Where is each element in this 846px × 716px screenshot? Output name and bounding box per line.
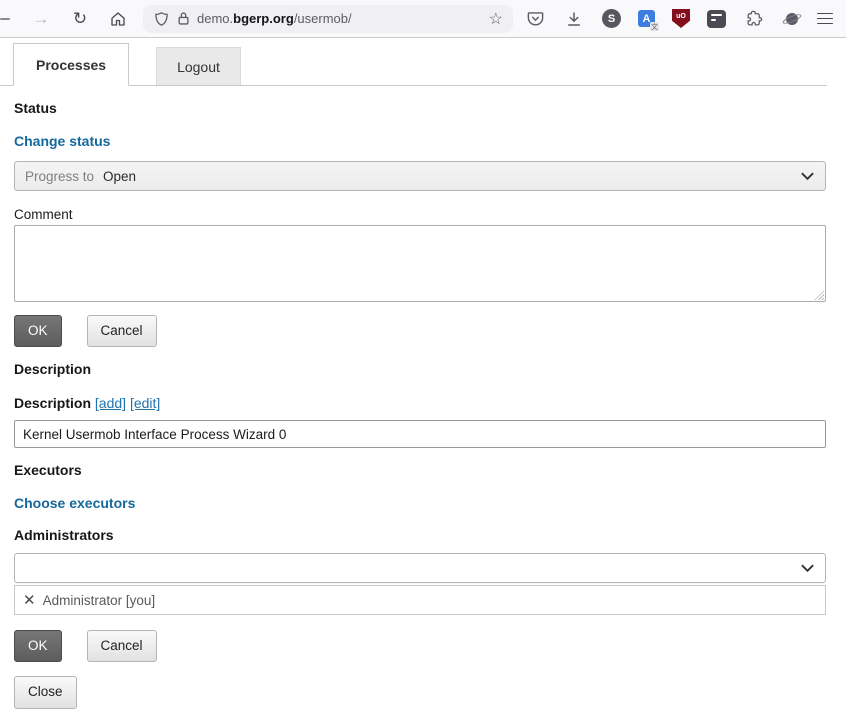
shield-icon[interactable] bbox=[153, 11, 169, 27]
status-select[interactable]: Progress to Open bbox=[14, 161, 826, 191]
close-button[interactable]: Close bbox=[14, 676, 77, 708]
description-input[interactable] bbox=[14, 420, 826, 448]
description-label: Description bbox=[14, 395, 91, 411]
executors-cancel-button[interactable]: Cancel bbox=[87, 630, 157, 662]
status-cancel-button[interactable]: Cancel bbox=[87, 315, 157, 347]
s-extension-icon[interactable]: S bbox=[602, 9, 621, 28]
forward-icon[interactable]: → bbox=[30, 8, 52, 30]
description-heading: Description bbox=[14, 361, 826, 377]
status-select-value: Open bbox=[103, 169, 136, 184]
status-select-prefix: Progress to bbox=[25, 169, 94, 184]
remove-icon[interactable]: ✕ bbox=[23, 593, 36, 608]
description-add-link[interactable]: [add] bbox=[95, 395, 126, 411]
lock-icon[interactable] bbox=[176, 11, 190, 27]
comment-label: Comment bbox=[14, 207, 826, 222]
selected-administrator-name: Administrator [you] bbox=[43, 593, 156, 608]
administrators-heading: Administrators bbox=[14, 527, 826, 543]
description-edit-link[interactable]: [edit] bbox=[130, 395, 160, 411]
status-heading: Status bbox=[14, 100, 826, 116]
url-text: demo.bgerp.org/usermob/ bbox=[197, 11, 352, 26]
chevron-down-icon bbox=[800, 169, 815, 184]
url-bar[interactable]: demo.bgerp.org/usermob/ ☆ bbox=[143, 5, 513, 33]
translate-extension-icon[interactable]: A文 bbox=[638, 10, 655, 27]
extension-strip: S A文 uO bbox=[524, 8, 802, 30]
chevron-down-icon bbox=[800, 561, 815, 576]
browser-toolbar: → ↻ demo.bgerp.org/usermob/ ☆ S A文 uO bbox=[0, 0, 846, 38]
menu-icon[interactable] bbox=[817, 9, 833, 27]
reload-icon[interactable]: ↻ bbox=[69, 8, 91, 30]
executors-heading: Executors bbox=[14, 462, 826, 478]
puzzle-extensions-icon[interactable] bbox=[743, 8, 765, 30]
status-ok-button[interactable]: OK bbox=[14, 315, 62, 347]
bookmark-star-icon[interactable]: ☆ bbox=[489, 9, 503, 29]
page-tabbar: Processes Logout bbox=[0, 43, 827, 86]
home-icon[interactable] bbox=[107, 8, 129, 30]
change-status-link[interactable]: Change status bbox=[14, 133, 110, 149]
description-label-row: Description [add] [edit] bbox=[14, 395, 826, 411]
tab-logout[interactable]: Logout bbox=[156, 47, 241, 85]
executors-ok-button[interactable]: OK bbox=[14, 630, 62, 662]
download-icon[interactable] bbox=[563, 8, 585, 30]
selected-administrator-row: ✕ Administrator [you] bbox=[14, 585, 826, 615]
administrators-select[interactable] bbox=[14, 553, 826, 583]
ublock-origin-icon[interactable]: uO bbox=[672, 9, 690, 28]
planet-extension-icon[interactable] bbox=[782, 9, 802, 29]
pocket-icon[interactable] bbox=[524, 8, 546, 30]
comment-textarea[interactable] bbox=[14, 225, 826, 302]
translate-sub-icon: 文 bbox=[650, 22, 659, 31]
back-icon[interactable] bbox=[0, 18, 10, 20]
card-extension-icon[interactable] bbox=[707, 10, 726, 28]
choose-executors-link[interactable]: Choose executors bbox=[14, 495, 135, 511]
tab-processes[interactable]: Processes bbox=[13, 43, 129, 86]
